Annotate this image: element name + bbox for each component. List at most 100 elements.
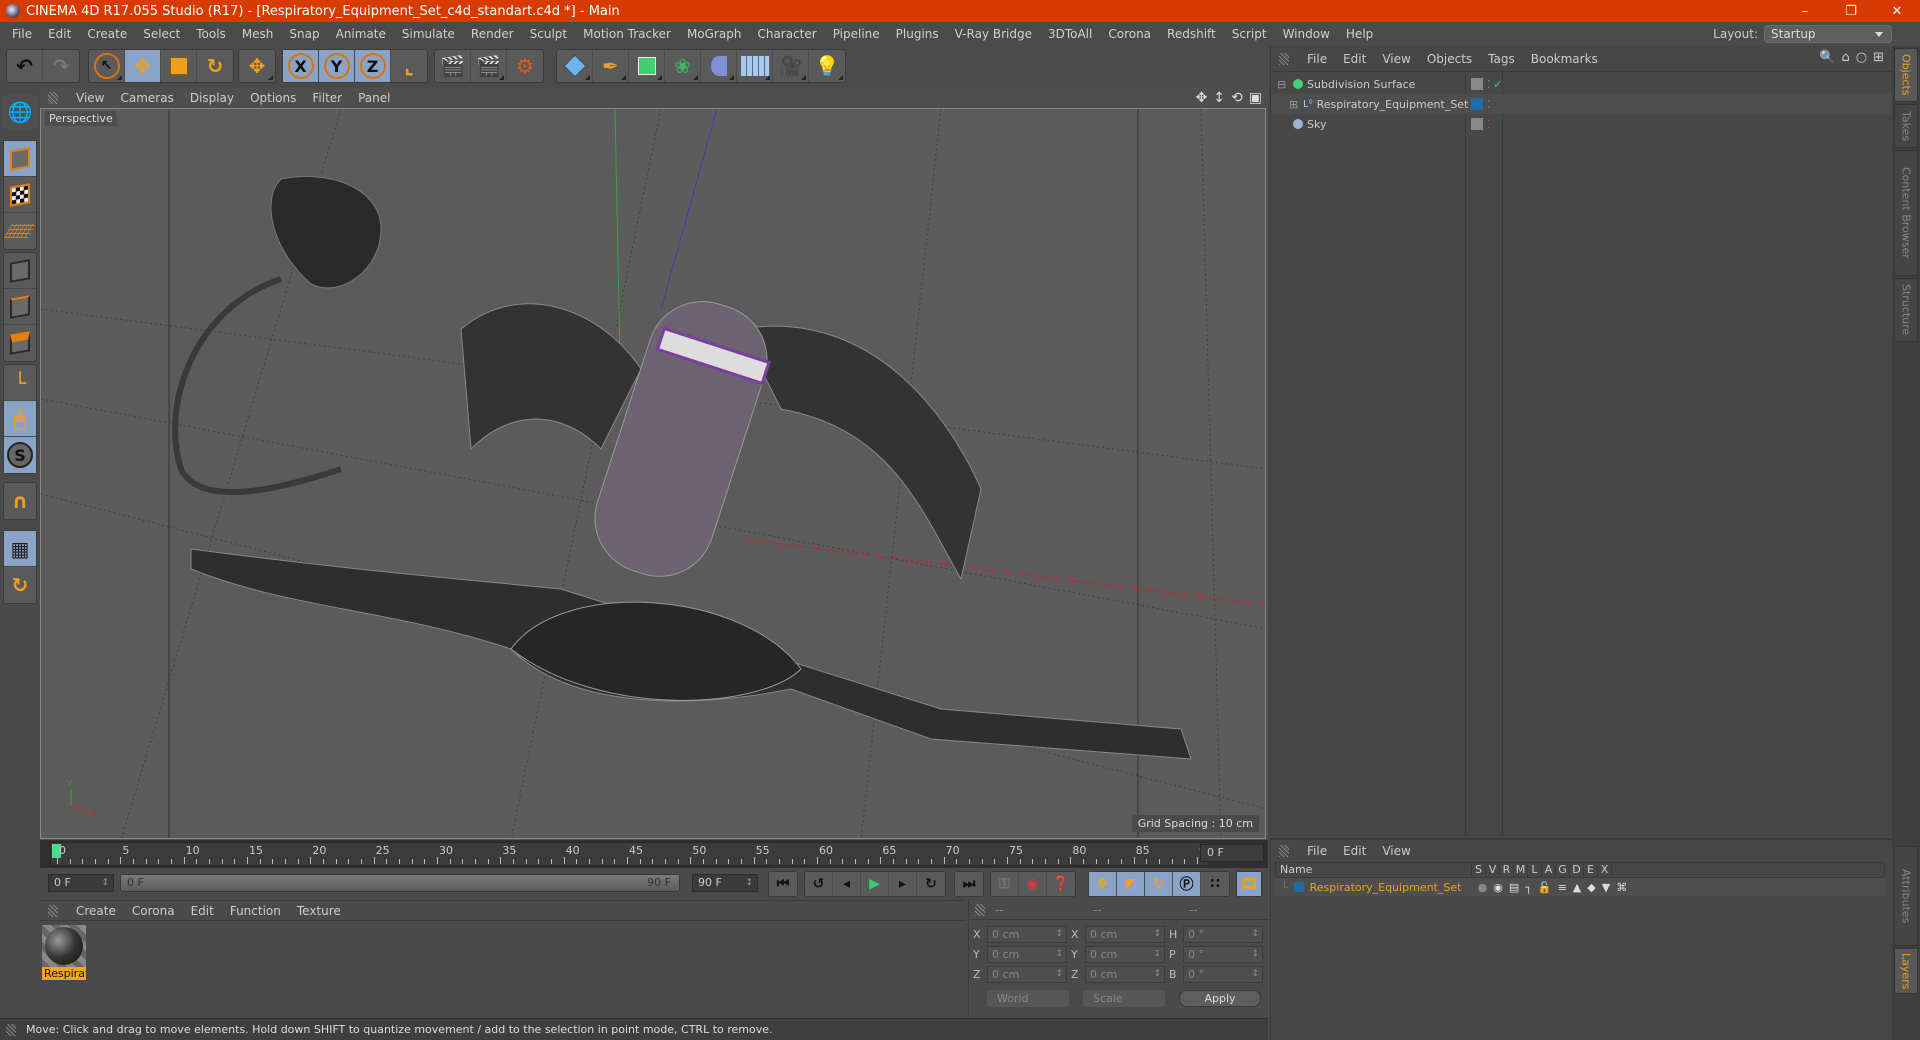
menu-render[interactable]: Render [463, 27, 522, 41]
menu-sculpt[interactable]: Sculpt [522, 27, 575, 41]
undo-button[interactable]: ↶ [7, 50, 43, 82]
view-eye-icon[interactable]: ◉ [1493, 881, 1503, 894]
expressions-icon[interactable]: ▼ [1602, 881, 1610, 894]
menu-create[interactable]: Create [79, 27, 135, 41]
menu-tools[interactable]: Tools [188, 27, 234, 41]
polygons-mode-button[interactable] [4, 325, 36, 361]
workplane-align-button[interactable]: ↻ [4, 567, 36, 603]
3d-viewport[interactable]: Y X Perspective Grid Spacing : 10 cm [40, 108, 1266, 839]
menu-mesh[interactable]: Mesh [234, 27, 282, 41]
object-menu-edit[interactable]: Edit [1335, 52, 1374, 66]
pan-icon[interactable]: ✥ [1196, 90, 1208, 106]
add-deformer-button[interactable] [701, 50, 737, 82]
end-frame-field[interactable]: 90 F ↕ [692, 874, 758, 892]
snap-button[interactable]: ∩ [4, 483, 36, 519]
preview-range-slider[interactable]: 0 F 90 F [120, 874, 680, 892]
tab-structure[interactable]: Structure [1894, 278, 1918, 342]
viewport-menu-panel[interactable]: Panel [350, 91, 398, 105]
viewport-camera-label[interactable]: Perspective [45, 111, 117, 126]
layer-column-e[interactable]: E [1584, 863, 1598, 877]
menu-file[interactable]: File [4, 27, 40, 41]
menu-redshift[interactable]: Redshift [1159, 27, 1224, 41]
expand-icon[interactable]: ⊞ [1289, 98, 1298, 111]
workplane-mode-button[interactable] [3, 213, 37, 249]
layout-dropdown[interactable]: Startup [1764, 25, 1892, 43]
material-menu-texture[interactable]: Texture [289, 904, 349, 918]
menu-corona[interactable]: Corona [1100, 27, 1159, 41]
next-frame-button[interactable]: ▸ [889, 872, 917, 896]
object-menu-view[interactable]: View [1374, 52, 1418, 66]
render-visibility-dots[interactable]: ⁚ [1487, 98, 1491, 111]
toggle-view-icon[interactable]: ▣ [1249, 90, 1262, 106]
animation-icon[interactable]: ≡ [1558, 881, 1567, 894]
maximize-button[interactable]: ❐ [1828, 0, 1874, 22]
go-to-end-button[interactable]: ⏭ [955, 872, 983, 896]
layer-row[interactable]: └ Respiratory_Equipment_Set ● ◉ ▤ ┐ 🔓 ≡ … [1275, 878, 1885, 896]
object-menu-bookmarks[interactable]: Bookmarks [1523, 52, 1606, 66]
tweak-mode-button[interactable]: 🖱 [4, 401, 36, 437]
size-z-field[interactable]: 0 cm [1085, 966, 1165, 983]
previous-frame-button[interactable]: ◂ [833, 872, 861, 896]
layer-column-l[interactable]: L [1528, 863, 1542, 877]
layer-color-swatch[interactable] [1293, 882, 1304, 892]
object-menu-tags[interactable]: Tags [1480, 52, 1523, 66]
panel-grip-icon[interactable] [6, 1023, 16, 1036]
timeline-window-button[interactable]: 🎞 [1237, 872, 1261, 896]
apply-button[interactable]: Apply [1179, 990, 1261, 1007]
menu-window[interactable]: Window [1275, 27, 1338, 41]
viewport-menu-options[interactable]: Options [242, 91, 304, 105]
generators-icon[interactable]: ▲ [1573, 881, 1581, 894]
solo-mode-button[interactable]: S [4, 437, 36, 473]
object-row[interactable]: ⊞ L⁰ Respiratory_Equipment_Set ⁚ [1271, 94, 1893, 114]
spinner-icon[interactable]: ↕ [101, 875, 109, 891]
layer-column-a[interactable]: A [1542, 863, 1556, 877]
panel-grip-icon[interactable] [1279, 52, 1289, 65]
menu-plugins[interactable]: Plugins [888, 27, 947, 41]
menu-animate[interactable]: Animate [328, 27, 394, 41]
menu-select[interactable]: Select [135, 27, 188, 41]
play-button[interactable]: ▶ [861, 872, 889, 896]
manager-hierarchy-icon[interactable]: ┐ [1525, 881, 1532, 894]
add-light-button[interactable]: 💡 [809, 50, 845, 82]
layer-column-m[interactable]: M [1514, 863, 1528, 877]
key-position-button[interactable]: ✥ [1089, 872, 1117, 896]
key-parameter-button[interactable]: Ⓟ [1173, 872, 1201, 896]
eye-icon[interactable]: ○ [1856, 50, 1867, 65]
size-x-field[interactable]: 0 cm [1085, 926, 1165, 943]
layer-column-v[interactable]: V [1486, 863, 1500, 877]
solo-dot-icon[interactable]: ● [1478, 881, 1488, 894]
layer-menu-view[interactable]: View [1374, 844, 1418, 858]
menu-3dtoall[interactable]: 3DToAll [1040, 27, 1100, 41]
menu-edit[interactable]: Edit [40, 27, 79, 41]
viewport-menu-display[interactable]: Display [182, 91, 242, 105]
make-editable-button[interactable]: 🌐 [3, 94, 37, 130]
y-axis-lock-button[interactable]: Y [319, 50, 355, 82]
coordinate-mode-dropdown[interactable]: World [987, 990, 1069, 1007]
layer-menu-edit[interactable]: Edit [1335, 844, 1374, 858]
menu-pipeline[interactable]: Pipeline [825, 27, 888, 41]
model-mode-button[interactable] [4, 141, 36, 177]
viewport-menu-filter[interactable]: Filter [304, 91, 350, 105]
go-to-start-button[interactable]: ⏮ [769, 872, 797, 896]
x-axis-lock-button[interactable]: X [283, 50, 319, 82]
search-icon[interactable]: 🔍 [1819, 50, 1835, 65]
material-menu-function[interactable]: Function [222, 904, 289, 918]
workplane-lock-button[interactable]: ▦ [4, 531, 36, 567]
panel-grip-icon[interactable] [48, 904, 58, 917]
home-icon[interactable]: ⌂ [1841, 50, 1849, 65]
layer-column-d[interactable]: D [1570, 863, 1584, 877]
xref-icon[interactable]: ⌘ [1616, 881, 1627, 894]
layer-column-x[interactable]: X [1598, 863, 1612, 877]
menu-v-ray-bridge[interactable]: V-Ray Bridge [947, 27, 1040, 41]
z-axis-lock-button[interactable]: Z [355, 50, 391, 82]
menu-mograph[interactable]: MoGraph [679, 27, 750, 41]
last-tool-button[interactable]: ✥ [239, 50, 275, 82]
position-x-field[interactable]: 0 cm [987, 926, 1067, 943]
tab-objects[interactable]: Objects [1894, 48, 1918, 102]
position-z-field[interactable]: 0 cm [987, 966, 1067, 983]
menu-help[interactable]: Help [1338, 27, 1381, 41]
spinner-icon[interactable]: ↕ [745, 875, 753, 891]
key-rotation-button[interactable]: ↻ [1145, 872, 1173, 896]
tab-takes[interactable]: Takes [1894, 104, 1918, 148]
dolly-icon[interactable]: ↕ [1213, 90, 1225, 106]
